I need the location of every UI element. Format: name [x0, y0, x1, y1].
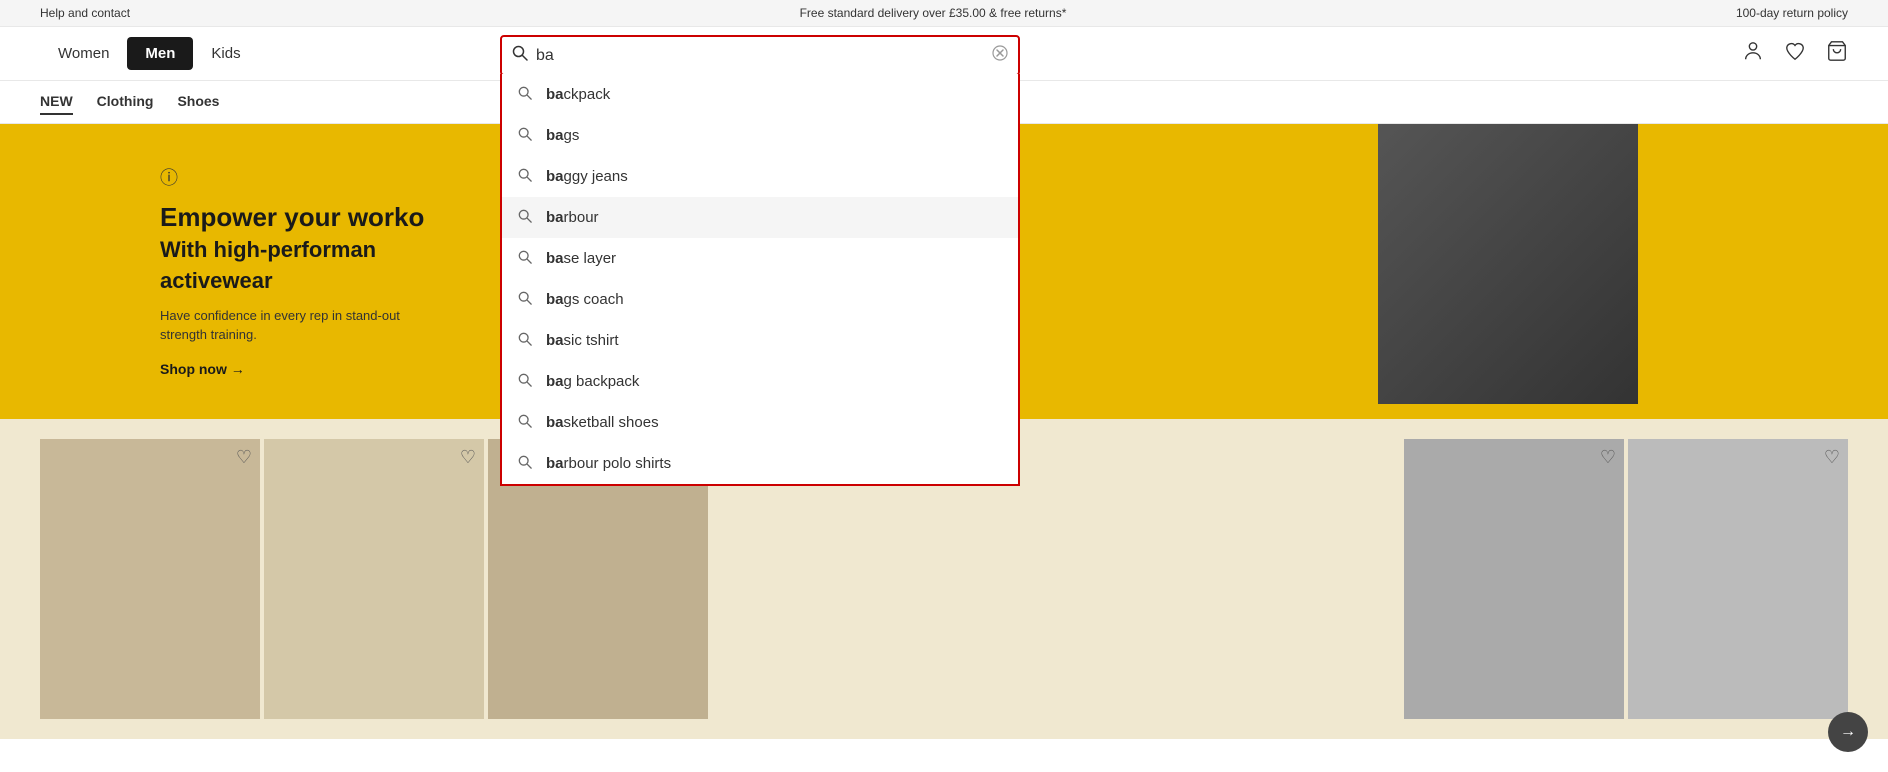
- gym-image: [1378, 124, 1638, 404]
- suggestion-text-barbour: barbour: [546, 209, 599, 226]
- header-icons: [1742, 40, 1848, 68]
- wishlist-button-5[interactable]: ♡: [1824, 447, 1840, 468]
- hero-subtitle-line1: With high-performan: [160, 237, 424, 263]
- tab-men[interactable]: Men: [127, 37, 193, 70]
- scroll-right-button[interactable]: →: [1828, 712, 1868, 752]
- suggestion-search-icon-5: [518, 250, 532, 267]
- product-card-1: ♡: [40, 439, 260, 719]
- suggestion-search-icon-3: [518, 168, 532, 185]
- top-bar: Help and contact Free standard delivery …: [0, 0, 1888, 27]
- arrow-right-icon: →: [1840, 723, 1856, 741]
- suggestion-search-icon-8: [518, 373, 532, 390]
- wishlist-icon[interactable]: [1784, 40, 1806, 68]
- suggestion-search-icon-4: [518, 209, 532, 226]
- suggestion-search-icon-10: [518, 455, 532, 472]
- suggestion-barbour-polo-shirts[interactable]: barbour polo shirts: [502, 443, 1018, 484]
- suggestion-search-icon-7: [518, 332, 532, 349]
- suggestion-search-icon-9: [518, 414, 532, 431]
- wishlist-button-2[interactable]: ♡: [460, 447, 476, 468]
- suggestion-basic-tshirt[interactable]: basic tshirt: [502, 320, 1018, 361]
- suggestion-search-icon-2: [518, 127, 532, 144]
- suggestion-text-baggy-jeans: baggy jeans: [546, 168, 628, 185]
- account-icon[interactable]: [1742, 40, 1764, 68]
- suggestion-text-bag-backpack: bag backpack: [546, 373, 639, 390]
- help-contact-link[interactable]: Help and contact: [40, 6, 130, 20]
- suggestion-baggy-jeans[interactable]: baggy jeans: [502, 156, 1018, 197]
- suggestion-text-backpack: backpack: [546, 86, 610, 103]
- suggestion-search-icon-6: [518, 291, 532, 308]
- wishlist-button-4[interactable]: ♡: [1600, 447, 1616, 468]
- hero-content: ⓘ Empower your worko With high-performan…: [40, 164, 424, 379]
- cart-icon[interactable]: [1826, 40, 1848, 68]
- subnav-shoes[interactable]: Shoes: [177, 89, 219, 115]
- suggestion-text-bags: bags: [546, 127, 579, 144]
- search-input-row: [502, 37, 1018, 74]
- search-area: backpack bags baggy jeans: [500, 35, 1020, 76]
- hero-description: Have confidence in every rep in stand-ou…: [160, 306, 424, 345]
- tab-women[interactable]: Women: [40, 37, 127, 70]
- search-container: backpack bags baggy jeans: [500, 35, 1020, 76]
- search-clear-button[interactable]: [992, 45, 1008, 66]
- subnav-new[interactable]: NEW: [40, 89, 73, 115]
- suggestion-text-barbour-polo-shirts: barbour polo shirts: [546, 455, 671, 472]
- suggestion-search-icon: [518, 86, 532, 103]
- product-card-4: ♡: [1404, 439, 1624, 719]
- search-icon: [512, 45, 528, 66]
- tab-kids[interactable]: Kids: [193, 37, 258, 70]
- wishlist-button-1[interactable]: ♡: [236, 447, 252, 468]
- search-dropdown: backpack bags baggy jeans: [500, 74, 1020, 486]
- nav-tabs: Women Men Kids: [40, 37, 259, 70]
- suggestion-text-bags-coach: bags coach: [546, 291, 624, 308]
- suggestion-text-basic-tshirt: basic tshirt: [546, 332, 619, 349]
- suggestion-base-layer[interactable]: base layer: [502, 238, 1018, 279]
- suggestion-bags[interactable]: bags: [502, 115, 1018, 156]
- suggestion-basketball-shoes[interactable]: basketball shoes: [502, 402, 1018, 443]
- return-policy: 100-day return policy: [1736, 6, 1848, 20]
- suggestion-text-basketball-shoes: basketball shoes: [546, 414, 659, 431]
- suggestion-text-base-layer: base layer: [546, 250, 616, 267]
- main-header: Women Men Kids zalando: [0, 27, 1888, 81]
- suggestion-barbour[interactable]: barbour: [502, 197, 1018, 238]
- suggestion-bags-coach[interactable]: bags coach: [502, 279, 1018, 320]
- suggestion-bag-backpack[interactable]: bag backpack: [502, 361, 1018, 402]
- hero-title: Empower your worko: [160, 202, 424, 233]
- product-card-2: ♡: [264, 439, 484, 719]
- subnav-clothing[interactable]: Clothing: [97, 89, 154, 115]
- shop-now-link[interactable]: Shop now →: [160, 361, 245, 377]
- info-icon: ⓘ: [160, 164, 424, 190]
- suggestion-backpack[interactable]: backpack: [502, 74, 1018, 115]
- delivery-notice: Free standard delivery over £35.00 & fre…: [800, 6, 1067, 20]
- search-input[interactable]: [536, 47, 992, 65]
- hero-subtitle-line2: activewear: [160, 268, 424, 294]
- product-card-5: ♡: [1628, 439, 1848, 719]
